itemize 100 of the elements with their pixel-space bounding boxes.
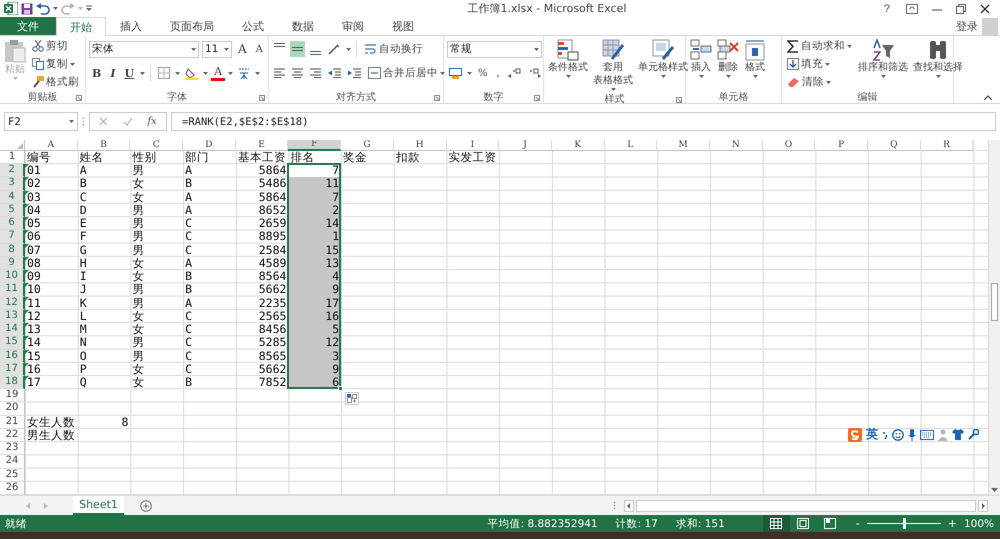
dialog-launcher-icon[interactable] — [676, 97, 682, 103]
input-mode-toggle[interactable]: 英 — [866, 426, 878, 443]
decrease-decimal-icon[interactable] — [528, 68, 541, 78]
row-header[interactable]: 26 — [0, 482, 25, 495]
row-header[interactable]: 14 — [0, 323, 25, 336]
row-header[interactable]: 9 — [0, 256, 25, 270]
ribbon-tab[interactable]: 审阅 — [328, 17, 378, 35]
format-painter-button[interactable]: 格式刷 — [30, 74, 81, 90]
row-header[interactable]: 7 — [0, 230, 25, 244]
smiley-icon[interactable] — [892, 428, 904, 440]
row-header[interactable]: 15 — [0, 336, 25, 350]
row-header[interactable]: 5 — [0, 204, 25, 218]
name-box[interactable]: F2 — [4, 112, 78, 131]
save-icon[interactable] — [21, 2, 33, 14]
collapse-ribbon-icon[interactable] — [984, 95, 992, 100]
ribbon-tab[interactable]: 公式 — [228, 17, 278, 35]
horizontal-scrollbar[interactable] — [636, 500, 976, 512]
fill-color-icon[interactable] — [185, 66, 198, 80]
fill-button[interactable]: 填充 — [785, 56, 854, 72]
splitter-dots-icon[interactable] — [613, 501, 616, 510]
merge-center-button[interactable]: 合并后居中 — [366, 65, 447, 81]
cell-styles-button[interactable]: 单元格样式 — [637, 38, 689, 79]
underline-button[interactable]: U — [121, 64, 138, 82]
zoom-in-button[interactable]: + — [946, 517, 959, 530]
help-button[interactable]: ? — [882, 0, 892, 16]
row-header[interactable]: 17 — [0, 362, 25, 376]
row-header[interactable]: 16 — [0, 350, 25, 363]
phonetic-guide-icon[interactable] — [238, 66, 250, 80]
row-header[interactable]: 1 — [0, 151, 25, 164]
dialog-launcher-icon[interactable] — [434, 95, 440, 101]
text-orientation-icon[interactable] — [328, 44, 341, 54]
slider-thumb[interactable] — [902, 518, 906, 529]
row-header[interactable]: 25 — [0, 468, 25, 482]
fill-handle[interactable] — [338, 386, 344, 392]
undo-icon[interactable] — [36, 2, 50, 14]
shirt-icon[interactable] — [952, 429, 964, 440]
find-select-button[interactable]: 查找和选择 — [912, 38, 964, 79]
column-header[interactable]: P — [815, 140, 868, 151]
copy-button[interactable]: 复制 — [30, 56, 81, 72]
quick-analysis-button[interactable] — [345, 392, 360, 406]
restore-icon[interactable] — [956, 4, 966, 14]
file-tab[interactable]: 文件 — [0, 17, 56, 35]
cut-button[interactable]: 剪切 — [30, 38, 81, 54]
dialog-launcher-icon[interactable] — [259, 95, 265, 101]
sign-in-link[interactable]: 登录 — [956, 18, 978, 34]
clear-button[interactable]: 清除 — [785, 74, 854, 90]
row-header[interactable]: 13 — [0, 310, 25, 324]
row-header[interactable]: 20 — [0, 402, 25, 416]
increase-indent-icon[interactable] — [348, 68, 361, 78]
row-header[interactable]: 21 — [0, 416, 25, 429]
row-header[interactable]: 10 — [0, 270, 25, 284]
vertical-scrollbar[interactable] — [988, 140, 1000, 495]
shrink-font-button[interactable]: A — [252, 40, 266, 58]
column-header[interactable]: A — [25, 140, 78, 151]
column-header[interactable]: J — [499, 140, 552, 151]
decrease-indent-icon[interactable] — [328, 68, 341, 78]
ribbon-tab[interactable]: 开始 — [56, 17, 106, 36]
column-header[interactable]: M — [657, 140, 710, 151]
row-header[interactable]: 8 — [0, 244, 25, 257]
column-header[interactable]: G — [341, 140, 394, 151]
column-header[interactable]: R — [920, 140, 974, 151]
font-size-field[interactable]: 11 — [202, 40, 232, 58]
middle-align-button[interactable] — [290, 41, 305, 57]
scroll-right-icon[interactable] — [978, 500, 988, 512]
keyboard-icon[interactable] — [920, 430, 934, 440]
scrollbar-thumb[interactable] — [991, 283, 998, 321]
add-sheet-icon[interactable] — [140, 500, 152, 512]
column-header[interactable]: B — [78, 140, 130, 151]
wrap-text-button[interactable]: 自动换行 — [362, 41, 425, 57]
conditional-formatting-button[interactable]: 条件格式 — [547, 38, 589, 79]
column-header[interactable]: C — [130, 140, 184, 151]
font-name-field[interactable]: 宋体 — [89, 40, 199, 58]
format-as-table-button[interactable]: 套用 表格格式 — [592, 38, 634, 92]
scroll-down-icon[interactable] — [990, 488, 999, 493]
borders-icon[interactable] — [158, 67, 170, 79]
scroll-left-icon[interactable] — [624, 500, 634, 512]
align-center-icon[interactable] — [292, 68, 303, 78]
comma-button[interactable]: , — [494, 64, 503, 82]
row-header[interactable]: 18 — [0, 376, 25, 390]
sort-filter-button[interactable]: 排序和筛选 — [857, 38, 909, 79]
row-header[interactable]: 22 — [0, 428, 25, 442]
percent-button[interactable]: % — [475, 64, 491, 82]
grow-font-button[interactable]: A — [235, 40, 250, 58]
ribbon-tab[interactable]: 页面布局 — [156, 17, 228, 35]
autosum-button[interactable]: 自动求和 — [785, 38, 854, 54]
ribbon-tab[interactable]: 视图 — [378, 17, 428, 35]
dialog-launcher-icon[interactable] — [76, 95, 82, 101]
wrench-icon[interactable] — [968, 429, 979, 440]
column-header[interactable]: O — [762, 140, 816, 151]
ribbon-tab[interactable]: 插入 — [106, 17, 156, 35]
column-header[interactable]: K — [552, 140, 605, 151]
column-header[interactable]: D — [183, 140, 236, 151]
normal-view-button[interactable] — [762, 515, 790, 532]
input-method-logo-icon[interactable] — [848, 428, 862, 442]
ribbon-tab[interactable]: 数据 — [278, 17, 328, 35]
formula-field[interactable]: =RANK(E2,$E$2:$E$18) — [171, 112, 996, 131]
row-header[interactable]: 3 — [0, 177, 25, 191]
spreadsheet-logo-icon[interactable] — [4, 2, 18, 15]
column-header[interactable]: E — [236, 140, 288, 151]
row-header[interactable]: 4 — [0, 190, 25, 204]
